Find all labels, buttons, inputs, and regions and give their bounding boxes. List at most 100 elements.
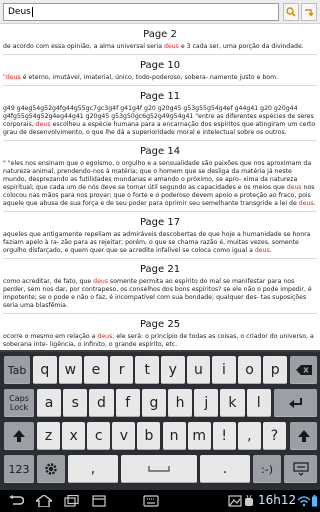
key-z[interactable]: z <box>37 422 61 450</box>
key-p[interactable]: p <box>263 356 287 384</box>
key-x[interactable]: x <box>62 422 86 450</box>
notification-icon[interactable] <box>228 495 242 507</box>
search-highlight: "deus <box>3 74 21 81</box>
key-symbol[interactable]: , <box>237 422 261 450</box>
key-l[interactable]: l <box>246 389 271 417</box>
result-item[interactable]: Page 10 "deus é eterno, imutável, imateri… <box>3 55 317 86</box>
screen: Deus Page 2 de acordo com essa opinião, a… <box>0 0 320 512</box>
clock[interactable]: 16h12 <box>258 493 296 507</box>
caps-lock-key[interactable]: Caps Lock <box>4 389 34 417</box>
period-key-label: . <box>222 461 228 477</box>
comma-key-label: , <box>90 461 96 477</box>
search-button[interactable] <box>283 3 299 21</box>
key-g[interactable]: g <box>141 389 166 417</box>
snippet-text: . <box>313 200 316 207</box>
result-snippet: aqueles que antigamente repeliam as admi… <box>3 231 317 255</box>
key-u[interactable]: u <box>186 356 211 384</box>
key-v[interactable]: v <box>112 422 136 450</box>
symbols-key-label: 123 <box>8 462 30 476</box>
backspace-key[interactable] <box>290 356 317 384</box>
shift-icon <box>13 430 25 442</box>
key-symbol[interactable]: ? <box>262 422 286 450</box>
battery-icon <box>312 495 317 507</box>
recent-apps-icon <box>64 495 79 507</box>
space-key[interactable] <box>121 455 197 483</box>
key-symbol[interactable]: ! <box>212 422 236 450</box>
search-bar: Deus <box>0 0 320 24</box>
android-notification-icon[interactable] <box>244 495 254 507</box>
period-key[interactable]: . <box>200 455 250 483</box>
result-page-title: Page 14 <box>139 146 181 157</box>
backspace-icon <box>295 365 312 375</box>
result-snippet: g49 g4eg54g52g4fg44g55gc7gc3g4f g41g4f g… <box>3 105 317 137</box>
snippet-text: " "eles nos ensinam que o egoísmo, o org… <box>3 160 312 191</box>
result-snippet: "deus é eterno, imutável, imaterial, úni… <box>3 74 317 82</box>
key-r[interactable]: r <box>109 356 134 384</box>
shift-key-right[interactable] <box>290 422 317 450</box>
space-icon <box>148 466 170 472</box>
result-snippet: ocorre o mesmo em relação a deus; ele se… <box>3 333 317 349</box>
snippet-text: de acordo com essa opinião, a alma unive… <box>3 43 164 50</box>
key-q[interactable]: q <box>33 356 57 384</box>
gallery-icon <box>228 495 242 507</box>
key-k[interactable]: k <box>220 389 245 417</box>
symbols-key[interactable]: 123 <box>4 455 34 483</box>
tab-key[interactable]: Tab <box>4 356 30 384</box>
key-h[interactable]: h <box>168 389 193 417</box>
settings-key[interactable] <box>37 455 65 483</box>
home-button[interactable] <box>36 495 52 507</box>
result-page-title: Page 11 <box>139 91 181 102</box>
snippet-text: . <box>269 247 272 254</box>
search-highlight: deus <box>254 247 270 254</box>
enter-key[interactable] <box>274 389 317 417</box>
text-cursor <box>31 6 33 17</box>
recent-apps-button[interactable] <box>64 495 80 507</box>
keyboard-hide-icon <box>292 462 309 476</box>
smiley-key-label: :-) <box>261 462 273 476</box>
system-navigation-bar: 16h12 <box>0 490 320 512</box>
keyboard-icon <box>143 495 159 507</box>
key-o[interactable]: o <box>237 356 262 384</box>
wifi-status[interactable] <box>297 495 311 507</box>
key-c[interactable]: c <box>87 422 111 450</box>
key-a[interactable]: a <box>37 389 62 417</box>
shift-key-left[interactable] <box>4 422 34 450</box>
results-list[interactable]: Page 2 de acordo com essa opinião, a alma… <box>0 24 320 350</box>
key-f[interactable]: f <box>115 389 140 417</box>
result-item[interactable]: Page 21 como acreditar, de fato, que deus… <box>3 259 317 314</box>
key-j[interactable]: j <box>194 389 219 417</box>
menu-button[interactable] <box>92 495 106 507</box>
next-result-button[interactable] <box>301 3 317 21</box>
caps-lock-label: Caps Lock <box>9 394 29 412</box>
back-button[interactable] <box>8 495 24 507</box>
search-highlight: deus <box>298 200 314 207</box>
search-input[interactable]: Deus <box>3 3 279 21</box>
key-b[interactable]: b <box>137 422 161 450</box>
result-item[interactable]: Page 11 g49 g4eg54g52g4fg44g55gc7gc3g4f g… <box>3 86 317 141</box>
result-item[interactable]: Page 14 " "eles nos ensinam que o egoísmo… <box>3 141 317 212</box>
snippet-text: ocorre o mesmo em relação a <box>3 333 98 340</box>
smiley-key[interactable]: :-) <box>253 455 281 483</box>
result-item[interactable]: Page 2 de acordo com essa opinião, a alma… <box>3 24 317 55</box>
result-page-title: Page 25 <box>139 319 181 330</box>
key-d[interactable]: d <box>89 389 114 417</box>
key-s[interactable]: s <box>63 389 88 417</box>
battery-status[interactable] <box>311 495 318 507</box>
result-item[interactable]: Page 25 ocorre o mesmo em relação a deus;… <box>3 314 317 350</box>
key-y[interactable]: y <box>161 356 185 384</box>
key-e[interactable]: e <box>84 356 108 384</box>
key-m[interactable]: m <box>187 422 211 450</box>
hide-keyboard-key[interactable] <box>284 455 317 483</box>
result-item[interactable]: Page 17 aqueles que antigamente repeliam … <box>3 212 317 259</box>
snippet-text: escolheu a espécie humana para a encarna… <box>3 121 316 136</box>
search-highlight: deus <box>97 333 113 340</box>
key-i[interactable]: i <box>212 356 236 384</box>
key-n[interactable]: n <box>162 422 186 450</box>
keyboard-status-button[interactable] <box>143 495 159 507</box>
comma-key[interactable]: , <box>68 455 118 483</box>
key-w[interactable]: w <box>58 356 83 384</box>
arrow-right-icon <box>305 9 314 17</box>
search-highlight: deus <box>35 121 51 128</box>
key-t[interactable]: t <box>135 356 159 384</box>
wifi-icon <box>297 496 311 507</box>
